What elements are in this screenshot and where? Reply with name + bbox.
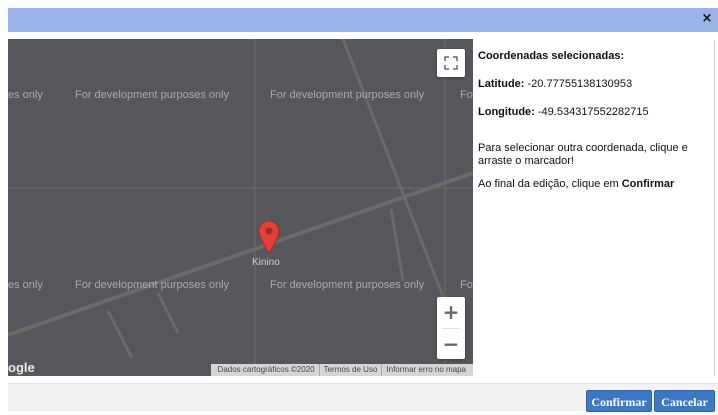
map-road-secondary (341, 39, 446, 300)
dialog-footer: Confirmar Cancelar (8, 383, 718, 412)
map-attribution: Dados cartográficos ©2020 Termos de Uso … (210, 364, 473, 376)
map-data-credit: Dados cartográficos ©2020 (217, 365, 315, 374)
longitude-row: Longitude: -49.534317552282715 (478, 106, 713, 118)
map-watermark: Fo (460, 89, 473, 101)
cancel-button[interactable]: Cancelar (654, 390, 715, 412)
map-watermark: Fo (460, 279, 473, 291)
confirm-button[interactable]: Confirmar (586, 390, 652, 412)
coordinates-panel: Coordenadas selecionadas: Latitude: -20.… (478, 50, 713, 190)
map-watermark: es only (8, 279, 43, 291)
close-icon[interactable]: × (700, 11, 714, 27)
zoom-in-button[interactable]: + (437, 297, 465, 327)
report-error-link[interactable]: Informar erro no mapa (381, 364, 470, 376)
final-instruction-action: Confirmar (621, 178, 675, 190)
instruction-text: Para selecionar outra coordenada, clique… (478, 142, 688, 167)
terms-link[interactable]: Termos de Uso (318, 364, 382, 376)
longitude-label: Longitude: (478, 106, 535, 118)
location-marker[interactable] (258, 220, 280, 254)
fullscreen-button[interactable] (437, 49, 465, 77)
longitude-value: -49.534317552282715 (537, 106, 649, 118)
map-road-spur (389, 208, 405, 282)
fullscreen-icon (444, 56, 458, 70)
google-logo-text: ogle (8, 360, 35, 375)
panel-scrollbar[interactable] (714, 40, 715, 376)
map-watermark: For development purposes only (270, 279, 425, 291)
map-road-spur (106, 310, 134, 359)
map-watermark: For development purposes only (75, 89, 230, 101)
map-canvas[interactable]: es only For development purposes only Fo… (8, 39, 473, 376)
map-watermark: For development purposes only (75, 279, 230, 291)
zoom-controls: + − (437, 297, 465, 359)
latitude-value: -20.77755138130953 (527, 78, 633, 90)
map-road-spur (156, 292, 180, 334)
final-instruction: Ao final da edição, clique em Confirmar (478, 178, 713, 190)
final-instruction-prefix: Ao final da edição, clique em (478, 178, 619, 190)
latitude-label: Latitude: (478, 78, 525, 90)
map-watermark: es only (8, 89, 43, 101)
coordinates-title: Coordenadas selecionadas: (478, 50, 625, 62)
latitude-row: Latitude: -20.77755138130953 (478, 78, 713, 90)
marker-label: Kinino (252, 257, 280, 268)
google-logo: ogle (8, 360, 35, 375)
dialog-titlebar: × (8, 8, 718, 32)
map-watermark: For development purposes only (270, 89, 425, 101)
zoom-out-button[interactable]: − (437, 329, 465, 359)
map-pin-icon (258, 220, 280, 254)
